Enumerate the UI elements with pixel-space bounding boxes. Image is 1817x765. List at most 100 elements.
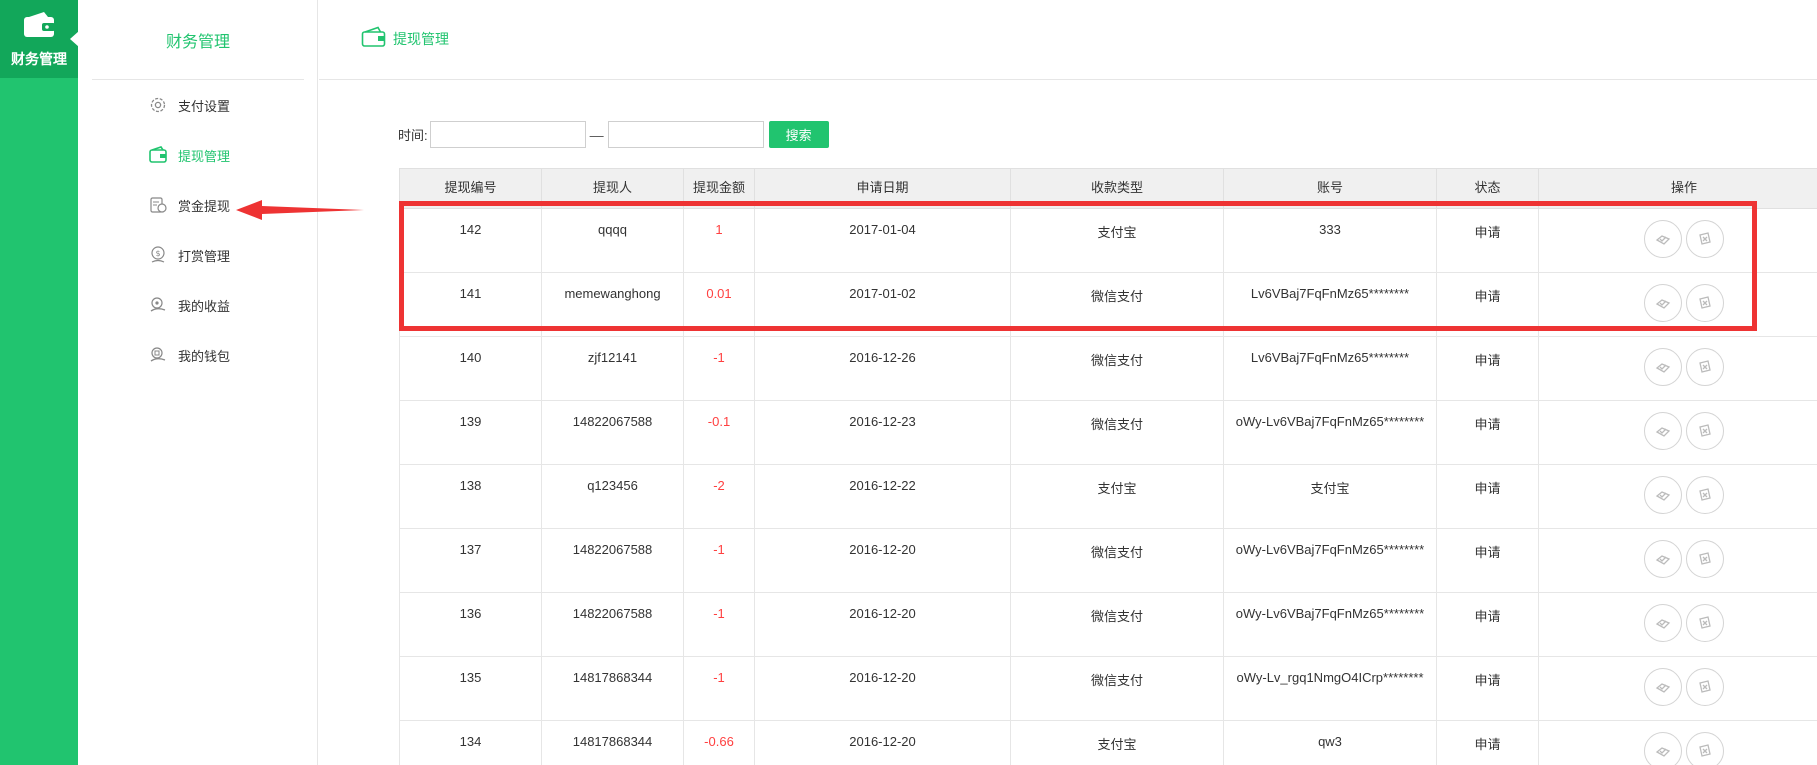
reject-icon <box>1699 680 1711 693</box>
end-date-input[interactable] <box>607 121 764 148</box>
tip-coin-icon: $ <box>148 245 168 265</box>
cell-type: 微信支付 <box>1010 656 1224 721</box>
cell-date: 2016-12-23 <box>754 400 1011 465</box>
reject-button[interactable] <box>1686 348 1724 386</box>
cell-user: 14822067588 <box>541 592 684 657</box>
approve-button[interactable] <box>1644 604 1682 642</box>
cell-actions <box>1538 528 1817 593</box>
reject-icon <box>1699 488 1711 501</box>
start-date-input[interactable] <box>429 121 586 148</box>
cell-amount: -0.66 <box>683 720 755 765</box>
reject-button[interactable] <box>1686 540 1724 578</box>
reject-icon <box>1699 744 1711 757</box>
reject-button[interactable] <box>1686 284 1724 322</box>
cell-account: oWy-Lv6VBaj7FqFnMz65******** <box>1223 400 1437 465</box>
cell-id: 138 <box>399 464 542 529</box>
approve-button[interactable] <box>1644 220 1682 258</box>
cell-date: 2016-12-26 <box>754 336 1011 401</box>
main-header: 提现管理 <box>319 0 1817 80</box>
approve-icon <box>1655 619 1671 629</box>
cell-date: 2016-12-20 <box>754 528 1011 593</box>
sidebar-item-bounty-withdrawal[interactable]: 赏金提现 <box>148 192 230 218</box>
approve-button[interactable] <box>1644 668 1682 706</box>
rail-tab-finance[interactable]: 财务管理 <box>0 0 79 78</box>
table-row: 137 14822067588 -1 2016-12-20 微信支付 oWy-L… <box>399 528 1817 593</box>
approve-icon <box>1655 683 1671 693</box>
wallet-icon <box>24 12 55 37</box>
approve-button[interactable] <box>1644 732 1682 765</box>
cell-user: memewanghong <box>541 272 684 337</box>
reject-button[interactable] <box>1686 412 1724 450</box>
cell-id: 139 <box>399 400 542 465</box>
reject-icon <box>1699 232 1711 245</box>
cell-date: 2016-12-20 <box>754 656 1011 721</box>
cell-user: 14822067588 <box>541 528 684 593</box>
coins-icon <box>148 195 168 215</box>
app-rail: 财务管理 <box>0 0 79 765</box>
cell-date: 2017-01-02 <box>754 272 1011 337</box>
search-button[interactable]: 搜索 <box>768 121 829 148</box>
cell-account: qw3 <box>1223 720 1437 765</box>
cell-status: 申请 <box>1436 400 1539 465</box>
sidebar-item-tip-management[interactable]: $ 打赏管理 <box>148 242 230 268</box>
annotation-arrow <box>236 200 364 220</box>
cell-status: 申请 <box>1436 528 1539 593</box>
cell-date: 2017-01-04 <box>754 208 1011 273</box>
cell-id: 141 <box>399 272 542 337</box>
sidebar-divider <box>92 79 304 80</box>
sidebar-item-withdrawal[interactable]: 提现管理 <box>148 142 230 168</box>
approve-button[interactable] <box>1644 476 1682 514</box>
cell-id: 134 <box>399 720 542 765</box>
sidebar-item-label: 我的钱包 <box>178 348 231 364</box>
filter-bar: 时间: — 搜索 <box>398 121 829 148</box>
sidebar-item-payment-settings[interactable]: 支付设置 <box>148 92 230 118</box>
sidebar-item-label: 赏金提现 <box>178 198 231 214</box>
reject-button[interactable] <box>1686 732 1724 765</box>
table-row: 141 memewanghong 0.01 2017-01-02 微信支付 Lv… <box>399 272 1817 337</box>
table-row: 134 14817868344 -0.66 2016-12-20 支付宝 qw3… <box>399 720 1817 765</box>
table-row: 138 q123456 -2 2016-12-22 支付宝 支付宝 申请 <box>399 464 1817 529</box>
cell-type: 微信支付 <box>1010 272 1224 337</box>
reject-button[interactable] <box>1686 220 1724 258</box>
sidebar-item-label: 打赏管理 <box>178 248 231 264</box>
cell-status: 申请 <box>1436 208 1539 273</box>
cell-amount: -2 <box>683 464 755 529</box>
reject-button[interactable] <box>1686 604 1724 642</box>
cell-user: q123456 <box>541 464 684 529</box>
withdrawal-table: 提现编号 提现人 提现金额 申请日期 收款类型 账号 状态 操作 142 qqq… <box>399 168 1817 765</box>
cell-date: 2016-12-20 <box>754 592 1011 657</box>
approve-button[interactable] <box>1644 348 1682 386</box>
svg-text:$: $ <box>155 249 160 258</box>
cell-amount: -1 <box>683 592 755 657</box>
cell-account: oWy-Lv6VBaj7FqFnMz65******** <box>1223 528 1437 593</box>
cell-user: qqqq <box>541 208 684 273</box>
cell-status: 申请 <box>1436 336 1539 401</box>
reject-icon <box>1699 424 1711 437</box>
approve-icon <box>1655 299 1671 309</box>
cell-type: 微信支付 <box>1010 400 1224 465</box>
page-title: 提现管理 <box>393 31 449 47</box>
reject-button[interactable] <box>1686 476 1724 514</box>
reject-icon <box>1699 552 1711 565</box>
cell-type: 支付宝 <box>1010 720 1224 765</box>
cell-amount: 0.01 <box>683 272 755 337</box>
sidebar-item-my-earnings[interactable]: 我的收益 <box>148 292 230 318</box>
rail-label: 财务管理 <box>11 51 67 67</box>
cell-status: 申请 <box>1436 464 1539 529</box>
reject-button[interactable] <box>1686 668 1724 706</box>
time-label: 时间: <box>398 128 428 143</box>
cell-actions <box>1538 592 1817 657</box>
approve-icon <box>1655 491 1671 501</box>
purse-icon <box>148 345 168 365</box>
approve-button[interactable] <box>1644 540 1682 578</box>
reject-icon <box>1699 360 1711 373</box>
cell-status: 申请 <box>1436 656 1539 721</box>
cell-account: oWy-Lv6VBaj7FqFnMz65******** <box>1223 592 1437 657</box>
approve-button[interactable] <box>1644 412 1682 450</box>
sidebar-item-my-wallet[interactable]: 我的钱包 <box>148 342 230 368</box>
approve-icon <box>1655 235 1671 245</box>
column-header-account: 账号 <box>1223 168 1437 209</box>
approve-button[interactable] <box>1644 284 1682 322</box>
approve-icon <box>1655 747 1671 757</box>
cell-user: 14822067588 <box>541 400 684 465</box>
